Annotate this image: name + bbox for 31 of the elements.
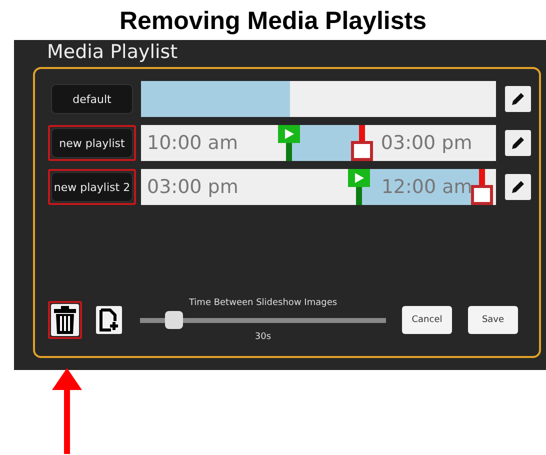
- start-handle[interactable]: [348, 169, 370, 205]
- playlist-button[interactable]: new playlist 2: [51, 172, 133, 202]
- page-heading: Removing Media Playlists: [118, 6, 428, 37]
- timeline-track[interactable]: 10:00 am 03:00 pm: [141, 125, 496, 161]
- pencil-icon: [511, 136, 526, 150]
- trash-icon: [54, 306, 76, 334]
- end-time: 03:00 pm: [380, 132, 472, 154]
- dialog-button[interactable]: Save: [468, 306, 518, 334]
- dialog-button[interactable]: Cancel: [402, 306, 452, 334]
- playlist-button[interactable]: default: [51, 84, 133, 114]
- pencil-icon: [511, 92, 526, 106]
- start-time: 03:00 pm: [147, 176, 238, 198]
- slider-label: Time Between Slideshow Images: [188, 298, 338, 308]
- new-playlist-button[interactable]: [96, 306, 122, 334]
- slider-thumb[interactable]: [165, 311, 184, 329]
- pencil-icon: [511, 180, 526, 194]
- end-handle[interactable]: [350, 125, 373, 161]
- add-document-icon: [99, 308, 119, 332]
- edit-button[interactable]: [505, 86, 531, 112]
- start-time: 10:00 am: [147, 132, 238, 154]
- end-handle[interactable]: [470, 169, 493, 205]
- edit-button[interactable]: [505, 174, 531, 200]
- playlist-button[interactable]: new playlist: [51, 128, 133, 158]
- edit-button[interactable]: [505, 130, 531, 156]
- timeline-track[interactable]: 03:00 pm 12:00 am: [141, 169, 496, 205]
- delete-button[interactable]: [51, 304, 79, 336]
- start-handle[interactable]: [278, 125, 300, 161]
- window-title: Media Playlist: [47, 40, 179, 65]
- timeline-track[interactable]: [141, 81, 496, 117]
- end-time: 12:00 am: [381, 176, 472, 198]
- slider-value: 30s: [254, 332, 272, 342]
